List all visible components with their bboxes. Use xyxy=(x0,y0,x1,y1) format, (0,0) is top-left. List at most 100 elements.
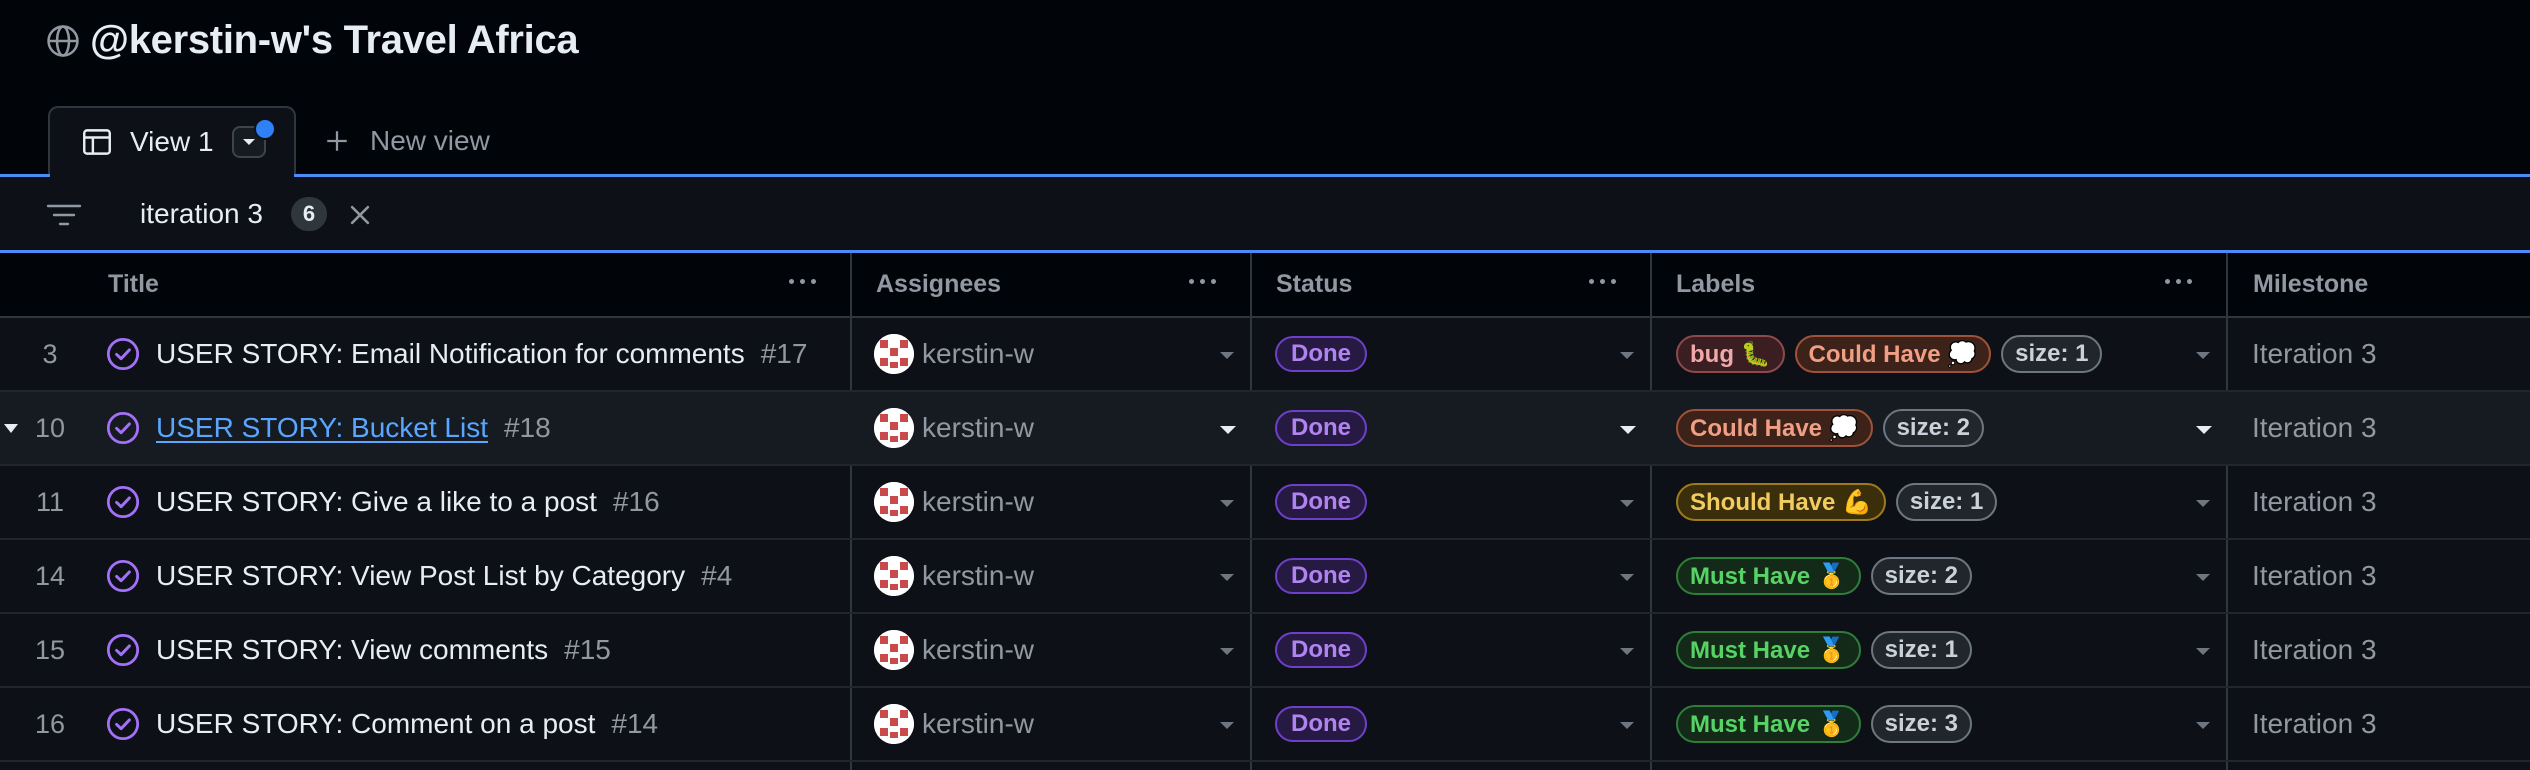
milestone-cell[interactable]: Iteration 3 xyxy=(2252,392,2377,464)
labels-dropdown-icon[interactable] xyxy=(2196,352,2210,359)
milestone-cell[interactable]: Iteration 3 xyxy=(2252,466,2377,538)
status-cell[interactable]: Done xyxy=(1275,540,1367,612)
label-pill: size: 1 xyxy=(1895,483,1998,521)
title-cell[interactable]: USER STORY: Bucket List #18 xyxy=(106,392,551,464)
status-dropdown-icon[interactable] xyxy=(1620,648,1634,655)
assignee-name: kerstin-w xyxy=(922,708,1035,739)
row-number: 11 xyxy=(35,486,65,517)
status-cell[interactable]: Done xyxy=(1275,466,1367,538)
issue-title[interactable]: USER STORY: Comment on a post xyxy=(156,708,595,740)
unsaved-changes-dot xyxy=(254,118,276,140)
labels-cell[interactable]: Should Have 💪 size: 1 xyxy=(1676,466,1998,538)
labels-cell[interactable]: Could Have 💭 size: 2 xyxy=(1676,392,1984,464)
status-dropdown-icon[interactable] xyxy=(1620,574,1634,581)
globe-icon xyxy=(47,24,79,57)
assignee-cell[interactable]: kerstin-w xyxy=(874,688,1034,760)
label-pill: Should Have 💪 xyxy=(1676,483,1886,521)
assignee-cell[interactable]: kerstin-w xyxy=(874,318,1034,390)
assignee-dropdown-icon[interactable] xyxy=(1220,426,1236,434)
labels-dropdown-icon[interactable] xyxy=(2196,648,2210,655)
project-title-row: @kerstin-w's Travel Africa xyxy=(46,18,579,63)
column-header-milestone[interactable]: Milestone xyxy=(2253,253,2368,316)
labels-cell[interactable]: Must Have 🥇 size: 2 xyxy=(1676,540,1972,612)
issue-title[interactable]: USER STORY: Email Notification for comme… xyxy=(156,338,745,370)
issue-closed-icon xyxy=(106,485,140,519)
label-pill: size: 2 xyxy=(1882,409,1984,447)
status-dropdown-icon[interactable] xyxy=(1620,500,1634,507)
status-badge: Done xyxy=(1275,410,1367,446)
labels-dropdown-icon[interactable] xyxy=(2196,500,2210,507)
assignee-cell[interactable]: kerstin-w xyxy=(874,392,1034,464)
title-cell[interactable]: USER STORY: Comment on a post #14 xyxy=(106,688,658,760)
column-header-assignees[interactable]: Assignees xyxy=(876,253,1001,316)
assignee-dropdown-icon[interactable] xyxy=(1220,574,1234,581)
issue-title[interactable]: USER STORY: View comments xyxy=(156,634,548,666)
column-header-title[interactable]: Title xyxy=(108,253,159,316)
title-cell[interactable]: USER STORY: Email Notification for comme… xyxy=(106,318,807,390)
table-row[interactable]: 14 USER STORY: View Post List by Categor… xyxy=(0,540,2530,614)
assignee-cell[interactable]: kerstin-w xyxy=(874,466,1034,538)
status-cell[interactable]: Done xyxy=(1275,392,1367,464)
labels-dropdown-icon[interactable] xyxy=(2196,426,2212,434)
label-pill: size: 3 xyxy=(1870,705,1972,743)
table-row[interactable]: 15 USER STORY: View comments #15 kerstin… xyxy=(0,614,2530,688)
milestone-cell[interactable]: Iteration 3 xyxy=(2252,688,2377,760)
column-options-title-icon[interactable] xyxy=(789,279,816,284)
column-options-assignees-icon[interactable] xyxy=(1189,279,1216,284)
avatar xyxy=(874,630,914,670)
status-dropdown-icon[interactable] xyxy=(1620,426,1636,434)
labels-dropdown-icon[interactable] xyxy=(2196,722,2210,729)
milestone-cell[interactable]: Iteration 3 xyxy=(2252,318,2377,390)
assignee-dropdown-icon[interactable] xyxy=(1220,648,1234,655)
labels-cell[interactable]: bug 🐛 Could Have 💭 size: 1 xyxy=(1676,318,2103,390)
table-row[interactable]: 3 USER STORY: Email Notification for com… xyxy=(0,318,2530,392)
issue-number: #18 xyxy=(503,412,551,443)
clear-filter-icon[interactable] xyxy=(346,201,374,229)
status-badge: Done xyxy=(1275,706,1367,742)
milestone-cell[interactable]: Iteration 3 xyxy=(2252,540,2377,612)
column-options-status-icon[interactable] xyxy=(1589,279,1616,284)
filter-query[interactable]: iteration 3 xyxy=(140,198,263,230)
assignee-dropdown-icon[interactable] xyxy=(1220,352,1234,359)
status-cell[interactable]: Done xyxy=(1275,688,1367,760)
column-header-labels[interactable]: Labels xyxy=(1676,253,1755,316)
assignee-dropdown-icon[interactable] xyxy=(1220,500,1234,507)
column-options-labels-icon[interactable] xyxy=(2165,279,2192,284)
avatar xyxy=(874,704,914,744)
assignee-name: kerstin-w xyxy=(922,338,1035,369)
status-dropdown-icon[interactable] xyxy=(1620,722,1634,729)
new-view-button[interactable]: New view xyxy=(324,106,490,176)
title-cell[interactable]: USER STORY: Give a like to a post #16 xyxy=(106,466,660,538)
filter-icon[interactable] xyxy=(46,203,82,227)
issue-title[interactable]: USER STORY: Bucket List xyxy=(156,412,488,444)
label-pill: Could Have 💭 xyxy=(1794,335,1992,373)
issue-closed-icon xyxy=(106,707,140,741)
milestone-cell[interactable]: Iteration 3 xyxy=(2252,614,2377,686)
assignee-cell[interactable]: kerstin-w xyxy=(874,540,1034,612)
table-row[interactable]: 11 USER STORY: Give a like to a post #16… xyxy=(0,466,2530,540)
assignee-dropdown-icon[interactable] xyxy=(1220,722,1234,729)
column-header-status[interactable]: Status xyxy=(1276,253,1352,316)
assignee-name: kerstin-w xyxy=(922,560,1035,591)
title-cell[interactable]: USER STORY: View comments #15 xyxy=(106,614,611,686)
issue-closed-icon xyxy=(106,337,140,371)
status-cell[interactable]: Done xyxy=(1275,614,1367,686)
status-cell[interactable]: Done xyxy=(1275,318,1367,390)
issue-title[interactable]: USER STORY: View Post List by Category xyxy=(156,560,685,592)
labels-cell[interactable]: Must Have 🥇 size: 1 xyxy=(1676,614,1972,686)
assignee-name: kerstin-w xyxy=(922,634,1035,665)
status-badge: Done xyxy=(1275,484,1367,520)
status-dropdown-icon[interactable] xyxy=(1620,352,1634,359)
labels-cell[interactable]: Must Have 🥇 size: 3 xyxy=(1676,688,1972,760)
table-row[interactable]: 10 USER STORY: Bucket List #18 kerstin-w… xyxy=(0,392,2530,466)
issue-title[interactable]: USER STORY: Give a like to a post xyxy=(156,486,597,518)
title-cell[interactable]: USER STORY: View Post List by Category #… xyxy=(106,540,732,612)
new-view-label: New view xyxy=(370,125,490,156)
labels-dropdown-icon[interactable] xyxy=(2196,574,2210,581)
label-pill: size: 1 xyxy=(1870,631,1972,669)
table-row[interactable]: 16 USER STORY: Comment on a post #14 ker… xyxy=(0,688,2530,762)
tab-view-1[interactable]: View 1 xyxy=(48,106,296,176)
assignee-cell[interactable]: kerstin-w xyxy=(874,614,1034,686)
avatar xyxy=(874,408,914,448)
issue-closed-icon xyxy=(106,411,140,445)
